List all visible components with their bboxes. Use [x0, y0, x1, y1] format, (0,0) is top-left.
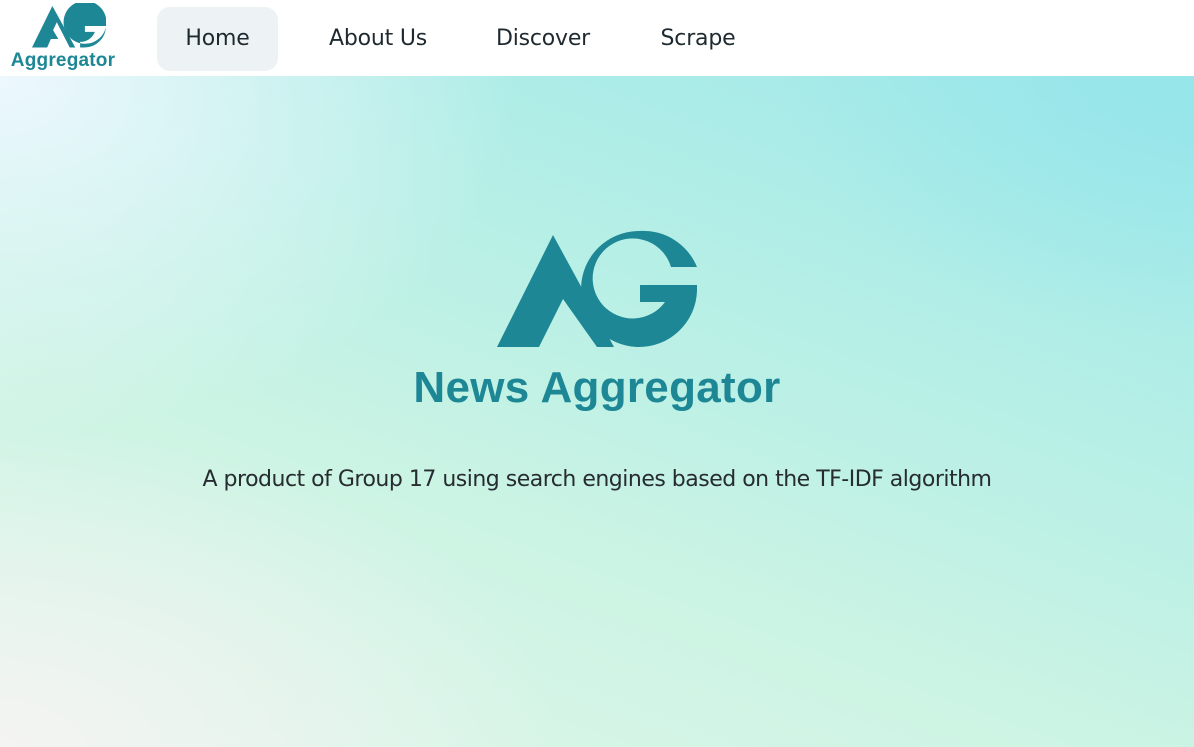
nav-item-scrape[interactable]: Scrape — [646, 7, 750, 71]
hero-subtitle: A product of Group 17 using search engin… — [202, 467, 992, 492]
brand-logo-link[interactable]: Aggregator — [6, 2, 120, 72]
nav-item-home[interactable]: Home — [157, 7, 278, 71]
ag-logo-icon — [497, 230, 697, 347]
brand-name: Aggregator — [10, 50, 116, 71]
nav-item-discover[interactable]: Discover — [482, 7, 604, 71]
ag-logo-icon — [32, 3, 106, 48]
nav-item-about-us[interactable]: About Us — [314, 7, 442, 71]
top-navbar: Aggregator Home About Us Discover Scrape — [0, 0, 1194, 76]
hero-title: News Aggregator — [413, 363, 781, 412]
hero-section: News Aggregator A product of Group 17 us… — [0, 76, 1194, 747]
